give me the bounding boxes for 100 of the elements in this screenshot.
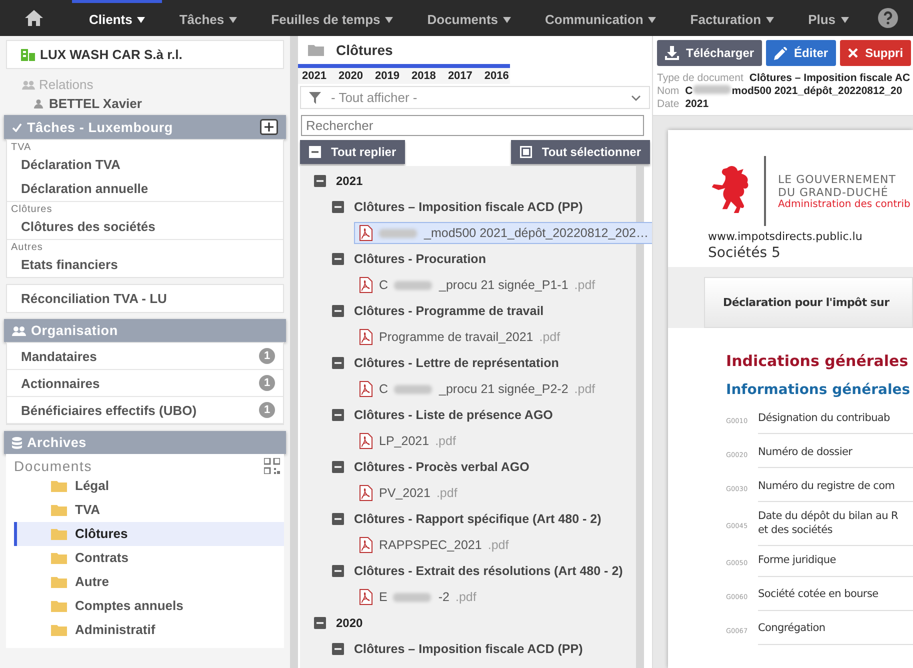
nav-menu-item[interactable]: Documents xyxy=(410,0,528,36)
folder-title: Clôtures xyxy=(336,42,393,58)
organisation-item[interactable]: Actionnaires 1 xyxy=(7,370,283,397)
task-item[interactable]: Réconciliation TVA - LU xyxy=(7,285,283,312)
download-icon xyxy=(665,46,679,60)
organisation-item[interactable]: Mandataires 1 xyxy=(7,343,283,370)
folder-item[interactable]: Comptes annuels xyxy=(14,594,284,618)
folder-item[interactable]: Légal xyxy=(14,474,284,498)
year-node[interactable]: 2020 xyxy=(336,616,363,630)
file-item[interactable]: LP_2021 .pdf xyxy=(354,430,461,452)
year-tab[interactable]: 2017 xyxy=(448,70,472,82)
form-name: Sociétés 5 xyxy=(707,244,782,263)
folder-icon xyxy=(51,576,67,588)
category-node[interactable]: Clôtures - Extrait des résolutions (Art 480 - 2) xyxy=(354,564,623,578)
task-item[interactable]: Etats financiers xyxy=(7,253,283,277)
client-name: LUX WASH CAR S.à r.l. xyxy=(40,47,182,62)
collapse-icon[interactable] xyxy=(332,201,344,213)
home-icon[interactable] xyxy=(24,9,44,27)
year-tab[interactable]: 2021 xyxy=(302,70,326,82)
caret-icon xyxy=(766,16,774,22)
help-icon[interactable] xyxy=(878,8,898,28)
section-title: Archives xyxy=(27,435,88,450)
database-icon xyxy=(12,436,22,448)
collapse-all-button[interactable]: Tout replier xyxy=(300,140,406,164)
nav-menu-item[interactable]: Plus xyxy=(791,0,866,36)
collapse-icon[interactable] xyxy=(332,565,344,577)
folder-item[interactable]: Autre xyxy=(14,570,284,594)
task-item[interactable]: Déclaration TVA xyxy=(7,153,283,177)
pdf-file-icon xyxy=(359,485,373,501)
category-node[interactable]: Clôtures - Programme de travail xyxy=(354,304,544,318)
folder-item[interactable]: Administratif xyxy=(14,618,284,642)
government-name: LE GOUVERNEMENT xyxy=(778,172,897,186)
collapse-icon[interactable] xyxy=(332,357,344,369)
nav-menu-item[interactable]: Facturation xyxy=(673,0,792,36)
administration-name: Administration des contrib xyxy=(778,198,910,210)
file-item[interactable]: C _procu 21 signée_P2-2 .pdf xyxy=(354,378,600,400)
collapse-icon[interactable] xyxy=(314,617,326,629)
year-tab[interactable]: 2019 xyxy=(374,70,400,82)
task-item[interactable]: Déclaration annuelle xyxy=(7,177,283,201)
chevron-down-icon xyxy=(631,94,641,100)
file-item[interactable]: RAPPSPEC_2021 .pdf xyxy=(354,534,514,556)
close-icon xyxy=(848,48,858,58)
nav-menu-item[interactable]: Tâches xyxy=(162,0,254,36)
folder-icon xyxy=(51,600,67,612)
nav-menu-item[interactable]: Feuilles de temps xyxy=(254,0,410,36)
field-label: Congrégation xyxy=(758,618,913,645)
pencil-icon xyxy=(774,46,788,60)
task-item[interactable]: Clôtures des sociétés xyxy=(7,215,283,239)
field-label: Société cotée en bourse xyxy=(758,584,913,611)
minus-square-icon xyxy=(309,146,321,158)
select-all-button[interactable]: Tout sélectionner xyxy=(510,140,650,164)
nav-menu-item[interactable]: Communication xyxy=(528,0,674,36)
file-item[interactable]: Programme de travail_2021 .pdf xyxy=(354,326,566,348)
meta-value: 2021 xyxy=(685,98,709,111)
filter-dropdown[interactable]: - Tout afficher - xyxy=(300,86,650,109)
qr-code-icon[interactable] xyxy=(264,458,280,474)
group-label: Autres xyxy=(10,241,44,253)
collapse-icon[interactable] xyxy=(332,461,344,473)
folder-item[interactable]: Contrats xyxy=(14,546,284,570)
add-icon[interactable] xyxy=(260,119,278,135)
pdf-file-icon xyxy=(359,589,373,605)
relation-link[interactable]: BETTEL Xavier xyxy=(49,96,142,111)
collapse-icon[interactable] xyxy=(332,513,344,525)
year-tab[interactable]: 2020 xyxy=(338,70,363,82)
folder-icon xyxy=(51,552,67,564)
year-tab[interactable]: 2016 xyxy=(484,70,509,82)
field-label: Numéro de dossier xyxy=(758,442,913,468)
download-button[interactable]: Télécharger xyxy=(657,40,762,66)
file-item[interactable]: PV_2021 .pdf xyxy=(354,482,462,504)
field-label: Forme juridique xyxy=(758,550,913,577)
checkbox-icon xyxy=(520,146,532,158)
pdf-file-icon xyxy=(359,537,373,553)
category-node[interactable]: Clôtures - Procuration xyxy=(354,252,486,266)
collapse-icon[interactable] xyxy=(332,409,344,421)
meta-value: Clôtures – Imposition fiscale AC xyxy=(749,72,910,85)
category-node[interactable]: Clôtures - Rapport spécifique (Art 480 - 2) xyxy=(354,512,602,526)
people-icon xyxy=(22,80,35,90)
collapse-icon[interactable] xyxy=(332,253,344,265)
year-tab[interactable]: 2018 xyxy=(411,70,436,82)
category-node[interactable]: Clôtures – Imposition fiscale ACD (PP) xyxy=(354,200,583,214)
file-item[interactable]: _mod500 2021_dépôt_20220812_202… xyxy=(354,222,652,244)
pdf-file-icon xyxy=(359,381,373,397)
category-node[interactable]: Clôtures - Procès verbal AGO xyxy=(354,460,530,474)
client-card[interactable]: LUX WASH CAR S.à r.l. xyxy=(6,40,284,69)
delete-button[interactable]: Suppri xyxy=(840,40,912,66)
file-item[interactable]: C _procu 21 signée_P1-1 .pdf xyxy=(354,274,600,296)
category-node[interactable]: Clôtures – Imposition fiscale ACD (PP) xyxy=(354,642,583,656)
file-item[interactable]: E -2 .pdf xyxy=(354,586,482,608)
category-node[interactable]: Clôtures - Liste de présence AGO xyxy=(354,408,553,422)
collapse-icon[interactable] xyxy=(314,175,326,187)
category-node[interactable]: Clôtures - Lettre de représentation xyxy=(354,356,559,370)
search-field[interactable]: Rechercher xyxy=(301,115,644,136)
folder-item[interactable]: TVA xyxy=(14,498,284,522)
collapse-icon[interactable] xyxy=(332,643,344,655)
collapse-icon[interactable] xyxy=(332,305,344,317)
folder-item[interactable]: Clôtures xyxy=(14,522,284,546)
caret-icon xyxy=(385,16,394,22)
edit-button[interactable]: Éditer xyxy=(766,40,836,66)
year-node[interactable]: 2021 xyxy=(336,174,363,188)
organisation-item[interactable]: Bénéficiaires effectifs (UBO) 1 xyxy=(7,397,283,424)
